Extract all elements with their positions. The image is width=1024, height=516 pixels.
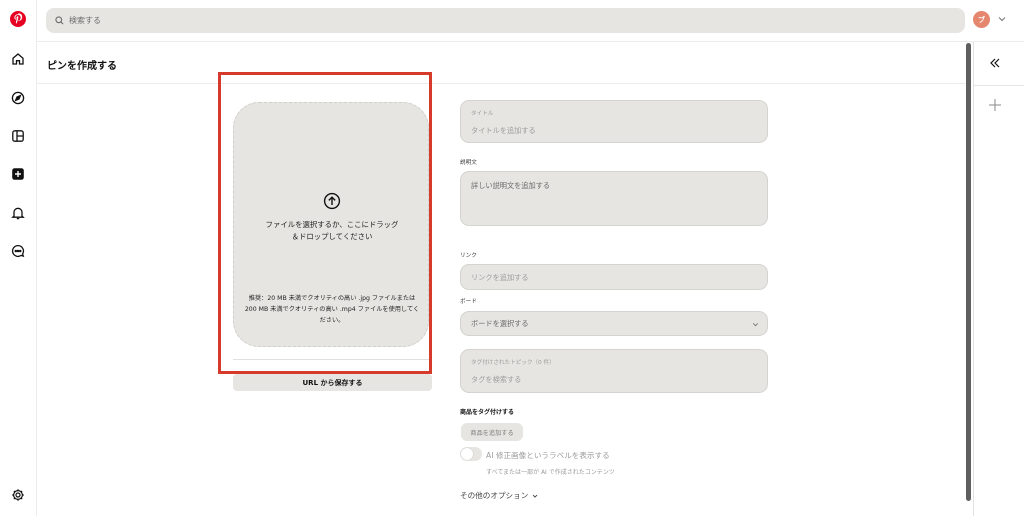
ai-label-subtext: すべてまたは一部が AI で作成されたコンテンツ [486, 469, 615, 476]
explore-icon[interactable] [9, 89, 27, 107]
scrollbar[interactable] [966, 43, 971, 501]
side-panel [973, 42, 1024, 516]
top-bar: 検索する ブ [37, 0, 1024, 42]
tags-label: タグ付けされたトピック（0 件） [471, 360, 555, 366]
board-select[interactable]: ボードを選択する [460, 311, 768, 336]
messages-icon[interactable] [9, 242, 27, 260]
save-from-url-button[interactable]: URL から保存する [233, 374, 432, 391]
left-nav-rail [0, 0, 37, 516]
page-header: ピンを作成する [37, 42, 967, 84]
chevron-down-icon[interactable] [996, 13, 1008, 25]
title-label: タイトル [471, 111, 494, 117]
boards-icon[interactable] [9, 127, 27, 145]
more-options-label: その他のオプション [460, 491, 529, 500]
create-pin-page: 検索する ブ ピンを作成する ファイルを選択するか、ここにドラッグ＆ドロップして… [0, 0, 1024, 516]
highlight-frame [218, 72, 432, 374]
home-icon[interactable] [9, 50, 27, 68]
collapse-icon[interactable] [989, 57, 1001, 69]
add-product-button[interactable]: 商品を追加する [461, 423, 523, 441]
divider [974, 85, 1024, 86]
settings-icon[interactable] [9, 486, 27, 504]
board-label: ボード [460, 299, 477, 305]
search-input[interactable]: 検索する [46, 8, 965, 33]
page-title: ピンを作成する [47, 61, 117, 72]
pinterest-logo-icon[interactable] [9, 10, 27, 28]
tags-placeholder: タグを検索する [471, 375, 522, 384]
link-placeholder: リンクを追加する [471, 273, 529, 282]
chevron-down-icon [533, 494, 538, 498]
notifications-icon[interactable] [9, 204, 27, 222]
link-label: リンク [460, 253, 477, 259]
title-placeholder: タイトルを追加する [471, 126, 536, 135]
plus-icon[interactable] [988, 98, 1002, 112]
ai-label-toggle[interactable] [460, 447, 482, 461]
more-options-button[interactable]: その他のオプション [460, 490, 539, 501]
search-icon [55, 16, 64, 25]
search-placeholder: 検索する [69, 16, 101, 25]
tags-field[interactable]: タグ付けされたトピック（0 件） タグを検索する [460, 349, 768, 393]
toggle-knob [461, 448, 473, 460]
description-field[interactable]: 詳しい説明文を追加する [460, 171, 768, 226]
description-label: 説明文 [460, 160, 477, 166]
ai-label-text: AI 修正画像というラベルを表示する [486, 451, 610, 460]
link-field[interactable]: リンクを追加する [460, 264, 768, 290]
create-icon[interactable] [9, 165, 27, 183]
title-field[interactable]: タイトル タイトルを追加する [460, 100, 768, 143]
avatar[interactable]: ブ [973, 11, 990, 28]
chevron-down-icon [752, 323, 759, 327]
products-label: 商品をタグ付けする [460, 409, 515, 416]
description-placeholder: 詳しい説明文を追加する [471, 181, 551, 190]
board-placeholder: ボードを選択する [471, 319, 529, 328]
